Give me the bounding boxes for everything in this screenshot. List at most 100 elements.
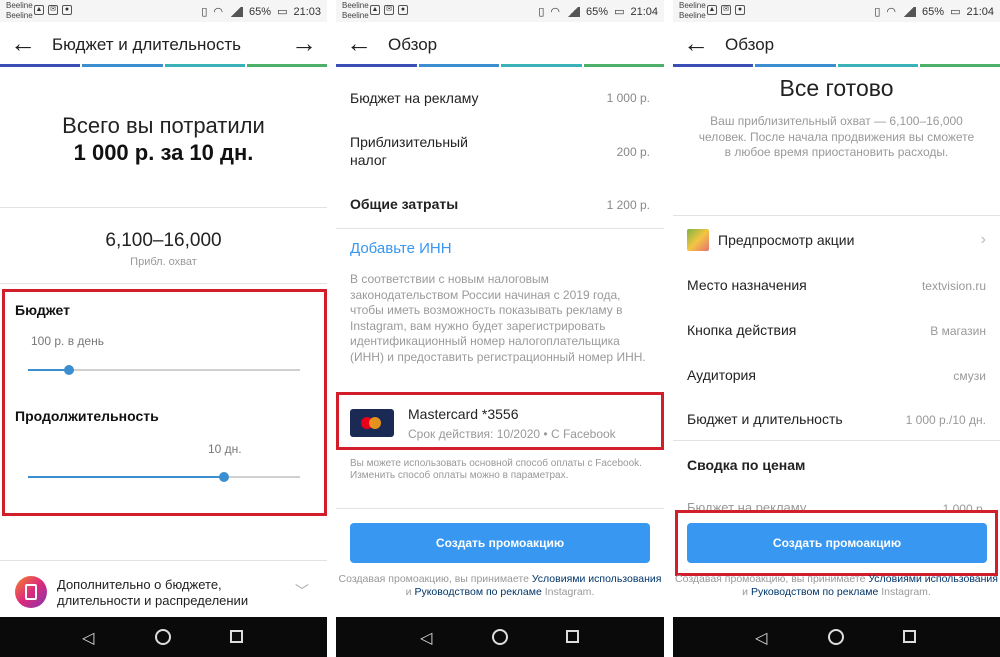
add-inn-link[interactable]: Добавьте ИНН — [350, 240, 452, 257]
slider-handle[interactable] — [218, 472, 229, 482]
nav-home-icon[interactable] — [492, 629, 508, 645]
more-info-label: длительности и распределении — [57, 593, 249, 608]
price-summary-title: Сводка по ценам — [687, 457, 806, 473]
screen-ready: Beeline Beeline ▲ ✉ ● ▯ ◠ 65% ▭ 21:04 ← … — [673, 0, 1000, 657]
page-title: Обзор — [725, 35, 775, 54]
wifi-icon: ◠ — [886, 6, 897, 18]
notification-icon: ▲ — [707, 5, 717, 15]
total-spend-value: 1 000 р. за 10 дн. — [73, 140, 254, 165]
cost-label: Приблизительный налог — [350, 134, 468, 168]
app-header: ← Обзор — [673, 22, 1000, 66]
signal-icon — [902, 6, 917, 17]
carrier-label: Beeline — [679, 11, 706, 20]
divider — [336, 508, 664, 509]
cost-value: 1 000 р. — [606, 91, 650, 105]
page-title: Обзор — [388, 35, 438, 54]
chevron-down-icon[interactable]: ﹀ — [295, 581, 309, 601]
detail-label: Место назначения — [687, 277, 807, 293]
battery-percent: 65% — [249, 5, 272, 18]
battery-percent: 65% — [922, 5, 945, 18]
back-arrow-icon[interactable]: ← — [346, 30, 372, 56]
more-info-row[interactable]: Дополнительно о бюджете, длительности и … — [0, 562, 327, 617]
battery-icon: ▭ — [950, 6, 961, 18]
slider-handle[interactable] — [63, 365, 74, 375]
terms-of-use-link[interactable]: Условиями использования — [868, 573, 998, 585]
app-header: ← Обзор — [336, 22, 664, 66]
divider — [0, 207, 327, 208]
create-promotion-button[interactable]: Создать промоакцию — [350, 523, 650, 563]
signal-icon — [566, 6, 581, 17]
vibrate-icon: ▯ — [874, 6, 881, 18]
reach-caption: Прибл. охват — [130, 256, 197, 268]
nav-home-icon[interactable] — [155, 629, 171, 645]
more-info-label: Дополнительно о бюджете, — [57, 577, 222, 592]
carrier-label: Beeline — [6, 11, 33, 20]
detail-label: Кнопка действия — [687, 322, 797, 338]
screen-review: Beeline Beeline ▲ ✉ ● ▯ ◠ 65% ▭ 21:04 ← … — [336, 0, 664, 657]
wifi-icon: ◠ — [550, 6, 561, 18]
divider — [673, 215, 1000, 216]
card-expiry: Срок действия: 10/2020 • С Facebook — [408, 427, 616, 441]
nav-back-icon[interactable]: ◁ — [82, 628, 94, 648]
nav-back-icon[interactable]: ◁ — [755, 628, 767, 648]
vibrate-icon: ▯ — [201, 6, 208, 18]
notification-icon: ✉ — [721, 5, 731, 15]
cost-value: 200 р. — [616, 145, 650, 159]
card-name: Mastercard *3556 — [408, 406, 519, 422]
nav-back-icon[interactable]: ◁ — [420, 628, 432, 648]
back-arrow-icon[interactable]: ← — [10, 30, 36, 56]
divider — [336, 228, 664, 229]
terms-of-use-link[interactable]: Условиями использования — [532, 573, 662, 585]
duration-title: Продолжительность — [15, 408, 159, 424]
nav-home-icon[interactable] — [828, 629, 844, 645]
divider — [0, 283, 327, 284]
nav-recents-icon[interactable] — [903, 630, 916, 643]
ad-guidelines-link[interactable]: Руководством по рекламе — [751, 586, 878, 598]
detail-value: 1 000 р./10 дн. — [905, 413, 986, 427]
forward-arrow-icon[interactable]: → — [291, 30, 317, 56]
step-progress-bar — [336, 64, 664, 67]
preview-label: Предпросмотр акции — [718, 232, 855, 248]
detail-value: смузи — [953, 369, 986, 383]
reach-estimate: 6,100–16,000 — [105, 230, 222, 251]
system-nav-bar: ◁ — [336, 617, 664, 657]
step-progress-bar — [673, 64, 1000, 67]
notification-icon: ✉ — [384, 5, 394, 15]
status-bar: Beeline Beeline ▲ ✉ ● ▯ ◠ 65% ▭ 21:03 — [0, 0, 327, 22]
highlight-frame — [2, 289, 327, 516]
notification-icon: ▲ — [34, 5, 44, 15]
back-arrow-icon[interactable]: ← — [683, 30, 709, 56]
notification-icon: ▲ — [370, 5, 380, 15]
payment-note: Вы можете использовать основной способ о… — [350, 458, 642, 481]
notification-icon: ● — [62, 5, 72, 15]
nav-recents-icon[interactable] — [230, 630, 243, 643]
notification-icon: ● — [735, 5, 745, 15]
total-spend-label: Всего вы потратили — [62, 113, 265, 138]
ad-guidelines-link[interactable]: Руководством по рекламе — [414, 586, 541, 598]
total-cost-value: 1 200 р. — [606, 198, 650, 212]
system-nav-bar: ◁ — [0, 617, 327, 657]
carrier-label: Beeline — [6, 1, 33, 10]
create-promotion-button[interactable]: Создать промоакцию — [687, 523, 987, 563]
screen-budget-duration: Beeline Beeline ▲ ✉ ● ▯ ◠ 65% ▭ 21:03 ← … — [0, 0, 327, 657]
chevron-right-icon: › — [980, 231, 986, 248]
detail-label: Аудитория — [687, 367, 756, 383]
status-bar: Beeline Beeline ▲ ✉ ● ▯ ◠ 65% ▭ 21:04 — [336, 0, 664, 22]
wifi-icon: ◠ — [213, 6, 224, 18]
detail-value: В магазин — [930, 324, 986, 338]
ready-heading: Все готово — [779, 75, 894, 101]
divider — [673, 440, 1000, 441]
app-header: ← Бюджет и длительность → — [0, 22, 327, 66]
detail-value: textvision.ru — [921, 279, 986, 293]
nav-recents-icon[interactable] — [566, 630, 579, 643]
terms-text: Создавая промоакцию, вы принимаете Услов… — [675, 573, 998, 598]
clock: 21:04 — [966, 5, 994, 18]
total-cost-label: Общие затраты — [350, 196, 459, 212]
signal-icon — [229, 6, 244, 17]
cost-label: Бюджет на рекламу — [350, 90, 479, 106]
clock: 21:04 — [630, 5, 658, 18]
mastercard-icon — [350, 409, 394, 437]
step-progress-bar — [0, 64, 327, 67]
page-title: Бюджет и длительность — [52, 35, 242, 54]
carrier-label: Beeline — [342, 11, 369, 20]
